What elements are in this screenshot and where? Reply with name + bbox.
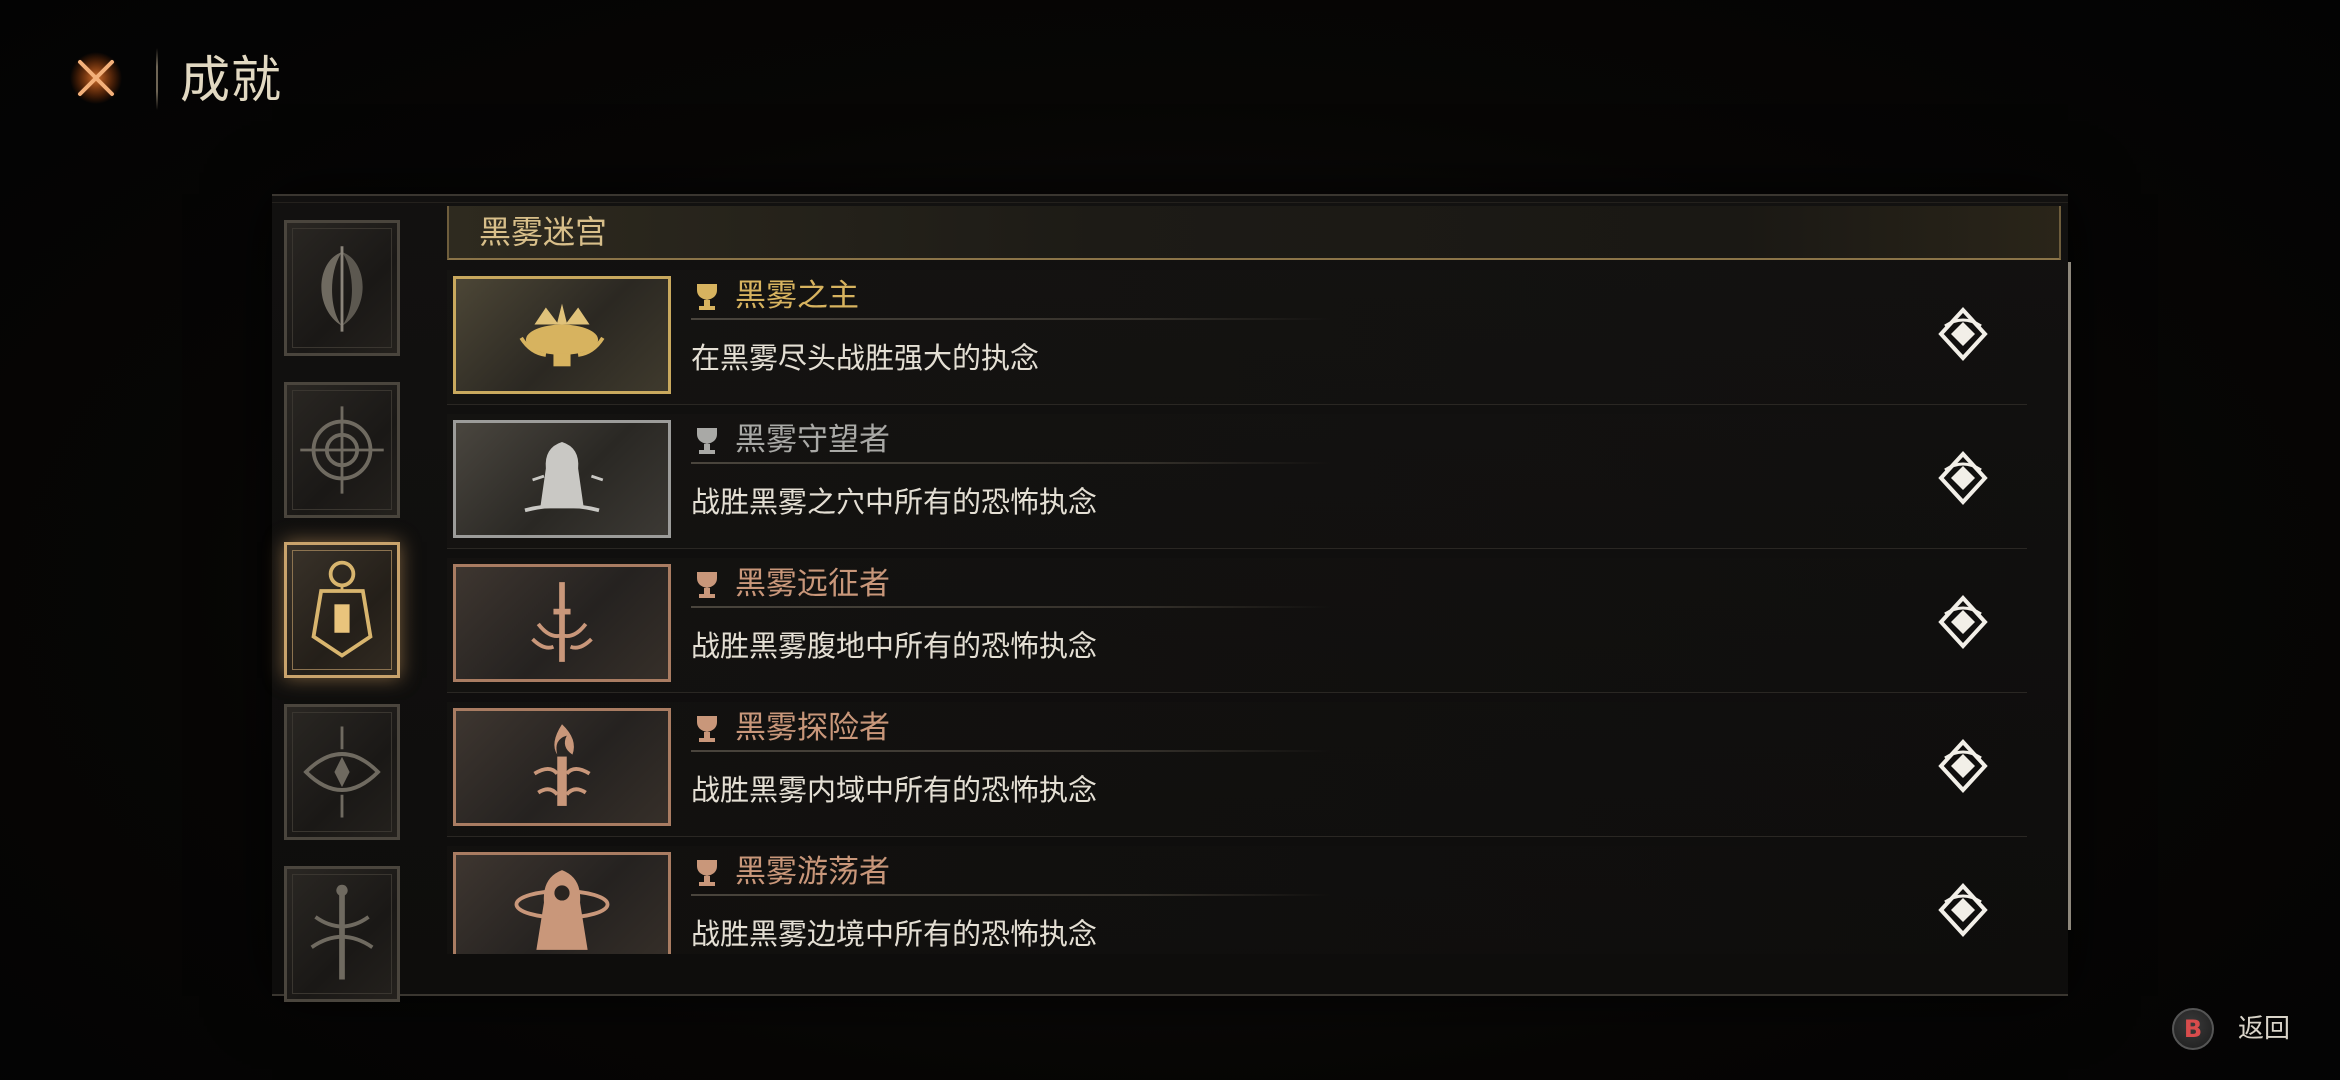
achievement-title: 黑雾探险者	[735, 710, 890, 746]
trophy-icon	[697, 860, 717, 886]
status-emblem-icon	[1938, 595, 1988, 649]
status-emblem-icon	[1938, 739, 1988, 793]
trophy-icon	[697, 572, 717, 598]
back-label: 返回	[2238, 1014, 2291, 1044]
achievements-screen: 成就 黑雾迷宫 黑雾之主 在黑雾尽头战胜强大的执念 黑雾守望者 战胜黑雾之穴中所…	[0, 0, 2340, 1080]
lantern-icon	[311, 560, 373, 658]
title-divider	[691, 462, 1331, 464]
category-tab-4[interactable]	[284, 704, 400, 840]
achievement-row[interactable]: 黑雾探险者 战胜黑雾内域中所有的恐怖执念	[447, 702, 2027, 837]
title-divider	[691, 894, 1331, 896]
trophy-icon	[697, 716, 717, 742]
hooded-figure-icon	[524, 441, 604, 513]
spiral-compass-icon	[300, 406, 384, 494]
achievement-title: 黑雾守望者	[735, 422, 890, 458]
category-tab-2[interactable]	[284, 382, 400, 518]
achievement-description: 战胜黑雾之穴中所有的恐怖执念	[691, 485, 1098, 519]
title-divider	[691, 606, 1331, 608]
achievement-title: 黑雾远征者	[735, 566, 890, 602]
achievement-row[interactable]: 黑雾远征者 战胜黑雾腹地中所有的恐怖执念	[447, 558, 2027, 693]
page-title: 成就	[180, 51, 282, 109]
close-button[interactable]	[68, 50, 124, 106]
achievement-row[interactable]: 黑雾游荡者 战胜黑雾边境中所有的恐怖执念	[447, 846, 2027, 954]
title-divider	[691, 750, 1331, 752]
category-tab-3[interactable]	[284, 542, 400, 678]
scrollbar[interactable]	[2068, 262, 2071, 930]
achievement-thumbnail	[453, 564, 671, 682]
achievement-description: 在黑雾尽头战胜强大的执念	[691, 341, 1040, 375]
trophy-icon	[697, 284, 717, 310]
achievement-description: 战胜黑雾腹地中所有的恐怖执念	[691, 629, 1098, 663]
achievement-description: 战胜黑雾边境中所有的恐怖执念	[691, 917, 1098, 951]
status-emblem-icon	[1938, 307, 1988, 361]
status-emblem-icon	[1938, 883, 1988, 937]
header-divider	[156, 48, 158, 110]
section-header: 黑雾迷宫	[447, 206, 2061, 260]
hooded-wanderer-icon	[514, 870, 610, 950]
status-emblem-icon	[1938, 451, 1988, 505]
back-button[interactable]: B 返回	[2172, 1008, 2292, 1052]
b-button-icon: B	[2172, 1008, 2214, 1050]
title-divider	[691, 318, 1331, 320]
achievement-list[interactable]: 黑雾之主 在黑雾尽头战胜强大的执念 黑雾守望者 战胜黑雾之穴中所有的恐怖执念 黑…	[447, 270, 2067, 954]
close-x-icon	[70, 52, 122, 104]
achievement-title: 黑雾游荡者	[735, 854, 890, 890]
achievement-thumbnail	[453, 276, 671, 394]
category-tab-1[interactable]	[284, 220, 400, 356]
section-title: 黑雾迷宫	[479, 213, 608, 251]
crescent-blade-icon	[321, 246, 363, 332]
achievement-thumbnail	[453, 852, 671, 954]
category-tab-5[interactable]	[284, 866, 400, 1002]
achievement-row[interactable]: 黑雾之主 在黑雾尽头战胜强大的执念	[447, 270, 2027, 405]
achievement-title: 黑雾之主	[735, 278, 859, 314]
trophy-icon	[697, 428, 717, 454]
eye-sigil-icon	[303, 726, 381, 818]
sword-emblem-icon	[310, 884, 374, 980]
achievement-thumbnail	[453, 708, 671, 826]
achievement-thumbnail	[453, 420, 671, 538]
sword-flame-icon	[531, 582, 593, 662]
crown-emblem-icon	[519, 303, 605, 367]
achievement-description: 战胜黑雾内域中所有的恐怖执念	[691, 773, 1098, 807]
torch-flame-icon	[533, 724, 591, 806]
achievement-row[interactable]: 黑雾守望者 战胜黑雾之穴中所有的恐怖执念	[447, 414, 2027, 549]
